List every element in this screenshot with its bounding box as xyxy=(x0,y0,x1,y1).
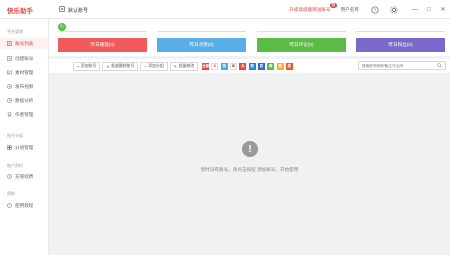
sidebar-item-analytics[interactable]: 数据分析 xyxy=(0,95,48,106)
vip-upgrade-label: 升级高级版赠送账号 xyxy=(289,6,331,12)
stat-yesterday-plays[interactable]: 昨日播放(0) xyxy=(58,38,147,52)
platform-baijia-icon[interactable]: 百 xyxy=(257,62,265,70)
list-icon xyxy=(7,41,12,46)
batch-delete-label: 批量删除账号 xyxy=(111,63,135,68)
add-account-label: 添加账号 xyxy=(80,63,97,68)
sidebar: 平台管理 账号列表 创建账号 素材管理 发布视频 数据分析 作者管理 账号分组 … xyxy=(0,19,49,255)
user-icon xyxy=(7,112,12,117)
platform-filter: 全部 D 快 B 头西百微视其 xyxy=(202,62,295,70)
platform-wechat-icon[interactable]: 微 xyxy=(267,62,275,70)
app-title: 快乐助手 xyxy=(7,8,33,15)
sidebar-item-label: 使用教程 xyxy=(15,202,34,208)
plus-icon: + xyxy=(144,63,147,69)
search-input[interactable] xyxy=(362,63,434,68)
batch-edit-button[interactable]: ✎ 批量修改 xyxy=(169,61,199,71)
stat-yesterday-comments[interactable]: 昨日评论(0) xyxy=(257,38,346,52)
sidebar-section-help: 帮助 xyxy=(7,191,15,196)
add-group-label: 添加分组 xyxy=(148,63,164,68)
sidebar-item-materials[interactable]: 素材管理 xyxy=(0,67,48,78)
chart-icon xyxy=(7,98,12,103)
empty-state: ! 暂时没有账号，请点击按钮 添加账号，开始使用 xyxy=(49,73,450,255)
wallet-icon: $ xyxy=(7,174,12,179)
group-icon xyxy=(59,6,65,14)
close-button[interactable]: ✕ xyxy=(436,0,450,19)
add-group-button[interactable]: + 添加分组 xyxy=(140,61,168,71)
edit-icon: ✎ xyxy=(173,63,178,69)
sidebar-item-accounts[interactable]: 账号列表 xyxy=(0,38,48,49)
stat-divider xyxy=(356,31,445,32)
maximize-button[interactable]: □ xyxy=(422,0,436,19)
platform-all-icon[interactable]: 全部 xyxy=(202,62,210,70)
sidebar-item-label: 分组管理 xyxy=(15,144,34,150)
stat-yesterday-fans[interactable]: 昨日粉丝(0) xyxy=(356,38,445,52)
account-toolbar: + 添加账号 ✕ 批量删除账号 + 添加分组 ✎ 批量修改 全部 D 快 B 头西百微视… xyxy=(49,59,450,73)
platform-bilibili-icon[interactable]: B xyxy=(230,62,238,70)
main-content: ↻ 昨日播放(0) 昨日点赞(0) 昨日评论(0) 昨日粉丝(0) + 添加账号… xyxy=(49,19,450,255)
sidebar-item-authors[interactable]: 作者管理 xyxy=(0,109,48,120)
refresh-icon[interactable]: ↻ xyxy=(58,23,66,31)
platform-other-icon[interactable]: 其 xyxy=(285,62,293,70)
search-icon[interactable] xyxy=(437,63,442,68)
help-icon[interactable]: ? xyxy=(370,5,380,15)
sidebar-item-label: 素材管理 xyxy=(15,69,34,75)
add-account-button[interactable]: + 添加账号 xyxy=(73,61,101,71)
sidebar-item-label: 充值续费 xyxy=(15,173,34,179)
warning-icon: ! xyxy=(242,141,258,157)
platform-douyin-icon[interactable]: D xyxy=(211,62,219,70)
image-icon xyxy=(7,70,12,75)
user-name[interactable]: 用户名称 xyxy=(341,7,359,13)
current-group-label: 默认账号 xyxy=(68,7,89,14)
stat-divider xyxy=(257,31,346,32)
stat-divider xyxy=(157,31,246,32)
sidebar-item-recharge[interactable]: $ 充值续费 xyxy=(0,171,48,182)
sidebar-section-groups: 账号分组 xyxy=(7,133,23,138)
vip-upgrade-link[interactable]: 升级高级版赠送账号 赠 xyxy=(289,2,337,13)
empty-message: 暂时没有账号，请点击按钮 添加账号，开始使用 xyxy=(200,167,299,172)
sidebar-item-label: 作者管理 xyxy=(15,111,34,117)
sidebar-item-label: 账号列表 xyxy=(15,40,34,46)
platform-toutiao-icon[interactable]: 头 xyxy=(239,62,247,70)
stats-panel: ↻ 昨日播放(0) 昨日点赞(0) 昨日评论(0) 昨日粉丝(0) xyxy=(49,19,450,56)
platform-xigua-icon[interactable]: 西 xyxy=(248,62,256,70)
stat-divider xyxy=(58,31,147,32)
settings-icon[interactable] xyxy=(389,5,399,15)
sidebar-item-label: 发布视频 xyxy=(15,83,34,89)
minimize-button[interactable]: — xyxy=(408,0,422,19)
sidebar-section-platform: 平台管理 xyxy=(7,29,23,34)
sidebar-section-account: 账户资料 xyxy=(7,163,23,168)
tutorial-icon: ? xyxy=(7,203,12,208)
vip-badge: 赠 xyxy=(330,2,337,8)
delete-icon: ✕ xyxy=(106,63,110,69)
title-bar: 快乐助手 默认账号 升级高级版赠送账号 赠 用户名称 ? — □ ✕ xyxy=(0,0,450,19)
stat-yesterday-likes[interactable]: 昨日点赞(0) xyxy=(157,38,246,52)
current-group-selector[interactable]: 默认账号 xyxy=(59,6,88,14)
video-icon xyxy=(7,84,12,89)
sidebar-item-label: 数据分析 xyxy=(15,97,34,103)
svg-text:?: ? xyxy=(374,7,377,12)
plus-icon: + xyxy=(77,63,80,69)
platform-video-icon[interactable]: 视 xyxy=(276,62,284,70)
platform-kuaishou-icon[interactable]: 快 xyxy=(220,62,228,70)
batch-delete-button[interactable]: ✕ 批量删除账号 xyxy=(102,61,139,71)
sidebar-item-create[interactable]: 创建账号 xyxy=(0,53,48,64)
search-box[interactable] xyxy=(358,61,446,70)
group-icon xyxy=(7,145,12,150)
batch-edit-label: 批量修改 xyxy=(178,63,195,68)
sidebar-item-label: 创建账号 xyxy=(15,55,34,61)
sidebar-item-group-manage[interactable]: 分组管理 xyxy=(0,142,48,153)
sidebar-item-publish[interactable]: 发布视频 xyxy=(0,81,48,92)
sidebar-item-tutorial[interactable]: ? 使用教程 xyxy=(0,200,48,211)
create-icon xyxy=(7,56,12,61)
